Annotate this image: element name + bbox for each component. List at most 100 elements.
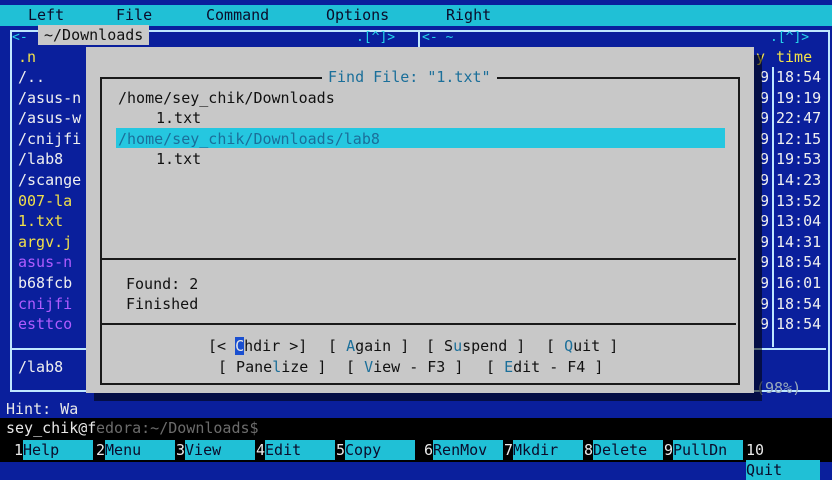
right-size-digit: 9: [760, 171, 770, 189]
left-file-row[interactable]: /asus-n: [18, 88, 81, 108]
left-file-row[interactable]: /..: [18, 67, 45, 87]
dialog-separator: [102, 323, 736, 325]
fkey-menu[interactable]: 2Menu: [96, 440, 176, 460]
fkey-copy[interactable]: 5Copy: [336, 440, 416, 460]
right-time-cell[interactable]: 14:23: [776, 170, 821, 190]
fkey-label: Quit: [746, 460, 820, 480]
left-file-row[interactable]: b68fcb: [18, 273, 72, 293]
hint-line: Hint: Wa: [6, 400, 79, 418]
fkey-label: Delete: [593, 440, 664, 460]
shell-prompt-faded: edora:~/Downloads$: [96, 419, 259, 437]
command-line[interactable]: sey_chik@f edora:~/Downloads$: [0, 418, 832, 438]
result-dir-selected[interactable]: /home/sey_chik/Downloads/lab8: [118, 129, 380, 149]
menu-file[interactable]: File: [116, 5, 152, 26]
fkey-label: Help: [23, 440, 94, 460]
left-panel-history-marks[interactable]: .[^]>: [356, 28, 395, 48]
panelize-button[interactable]: [ Panelize ]: [218, 357, 326, 377]
right-size-digit: 9: [760, 129, 770, 148]
right-time-cell[interactable]: 22:47: [776, 108, 821, 128]
left-panel-corner[interactable]: <-: [12, 28, 28, 48]
left-file-row[interactable]: /cnijfi: [18, 129, 81, 149]
right-size-digit: 9: [760, 315, 770, 334]
right-panel-usage: (98%): [756, 379, 802, 397]
fkey-pulldn[interactable]: 9PullDn: [664, 440, 744, 460]
fkey-label: View: [185, 440, 256, 460]
result-dir[interactable]: /home/sey_chik/Downloads: [118, 88, 335, 108]
right-time-cell[interactable]: 18:54: [776, 252, 821, 272]
fkey-number: 2: [96, 441, 106, 459]
menu-right[interactable]: Right: [446, 5, 491, 26]
left-file-row[interactable]: argv.j: [18, 232, 72, 252]
right-time-cell[interactable]: 14:31: [776, 232, 821, 252]
fkey-renmov[interactable]: 6RenMov: [424, 440, 504, 460]
fkey-number: 6: [424, 441, 434, 459]
right-time-cell[interactable]: 12:15: [776, 129, 821, 149]
fkey-label: Copy: [345, 440, 416, 460]
fkey-help[interactable]: 1Help: [14, 440, 94, 460]
right-time-cell[interactable]: 13:04: [776, 211, 821, 231]
right-time-cell[interactable]: 13:52: [776, 191, 821, 211]
left-file-row[interactable]: /lab8: [18, 149, 63, 169]
right-time-cell[interactable]: 16:01: [776, 273, 821, 293]
fkey-number: 10: [746, 441, 765, 459]
fkey-mkdir[interactable]: 7Mkdir: [504, 440, 584, 460]
shell-prompt: sey_chik@f: [6, 419, 97, 437]
function-key-bar: 1Help 2Menu 3View 4Edit 5Copy 6RenMov 7Mkdir 8D…: [0, 438, 832, 480]
right-time-cell[interactable]: 18:54: [776, 294, 821, 314]
right-panel-nav-marks[interactable]: <- ~: [422, 28, 453, 48]
search-status: Finished: [126, 295, 199, 313]
find-file-dialog: Find File: "1.txt" /home/sey_chik/Downlo…: [86, 47, 754, 393]
edit-button[interactable]: [ Edit - F4 ]: [486, 357, 603, 377]
fkey-label: Mkdir: [513, 440, 584, 460]
left-file-row[interactable]: cnijfi: [18, 294, 72, 314]
right-size-digit: 9: [760, 109, 770, 128]
right-size-digit: 9: [760, 68, 770, 86]
left-panel-status: /lab8: [18, 358, 64, 376]
menu-left[interactable]: Left: [28, 5, 64, 26]
right-panel-history-marks[interactable]: .[^]>: [770, 28, 809, 48]
fkey-quit[interactable]: 10Quit: [746, 440, 832, 480]
fkey-number: 4: [256, 441, 266, 459]
left-column-header[interactable]: .n: [18, 47, 36, 67]
left-file-row[interactable]: asus-n: [18, 252, 72, 272]
right-size-digit: 9: [760, 232, 770, 251]
fkey-view[interactable]: 3View: [176, 440, 256, 460]
fkey-number: 7: [504, 441, 514, 459]
right-size-digit: 9: [760, 253, 770, 272]
right-size-digit: 9: [760, 294, 770, 313]
suspend-button[interactable]: [ Suspend ]: [426, 336, 525, 356]
left-file-row[interactable]: /scange: [18, 170, 81, 190]
chdir-button[interactable]: [< Chdir >]: [208, 336, 307, 356]
right-size-digit: 9: [760, 212, 770, 231]
fkey-number: 3: [176, 441, 186, 459]
right-column-header-time[interactable]: time: [776, 47, 812, 67]
found-count: Found: 2: [126, 275, 199, 293]
menu-command[interactable]: Command: [206, 5, 269, 26]
right-time-cell[interactable]: 18:54: [776, 314, 821, 334]
result-file[interactable]: 1.txt: [156, 108, 201, 128]
left-file-row[interactable]: /asus-w: [18, 108, 81, 128]
fkey-number: 1: [14, 441, 24, 459]
again-button[interactable]: [ Again ]: [328, 336, 409, 356]
right-size-digit: 9: [760, 150, 770, 169]
right-time-cell[interactable]: 19:53: [776, 149, 821, 169]
left-file-row[interactable]: esttco: [18, 314, 72, 334]
fkey-edit[interactable]: 4Edit: [256, 440, 336, 460]
fkey-delete[interactable]: 8Delete: [584, 440, 664, 460]
fkey-label: Menu: [105, 440, 176, 460]
right-column-separator: [772, 67, 774, 347]
fkey-label: Edit: [265, 440, 336, 460]
view-button[interactable]: [ View - F3 ]: [346, 357, 463, 377]
quit-button[interactable]: [ Quit ]: [546, 336, 618, 356]
right-time-cell[interactable]: 19:19: [776, 88, 821, 108]
left-panel-path-tab[interactable]: ~/Downloads: [38, 25, 150, 45]
menu-options[interactable]: Options: [326, 5, 389, 26]
dialog-separator: [102, 258, 736, 260]
fkey-label: PullDn: [673, 440, 744, 460]
right-column-header-size[interactable]: y: [756, 47, 765, 67]
right-time-cell[interactable]: 18:54: [776, 67, 821, 87]
left-file-row[interactable]: 1.txt: [18, 211, 63, 231]
result-file[interactable]: 1.txt: [156, 149, 201, 169]
menu-bar: Left File Command Options Right: [0, 5, 832, 26]
left-file-row[interactable]: 007-la: [18, 191, 72, 211]
